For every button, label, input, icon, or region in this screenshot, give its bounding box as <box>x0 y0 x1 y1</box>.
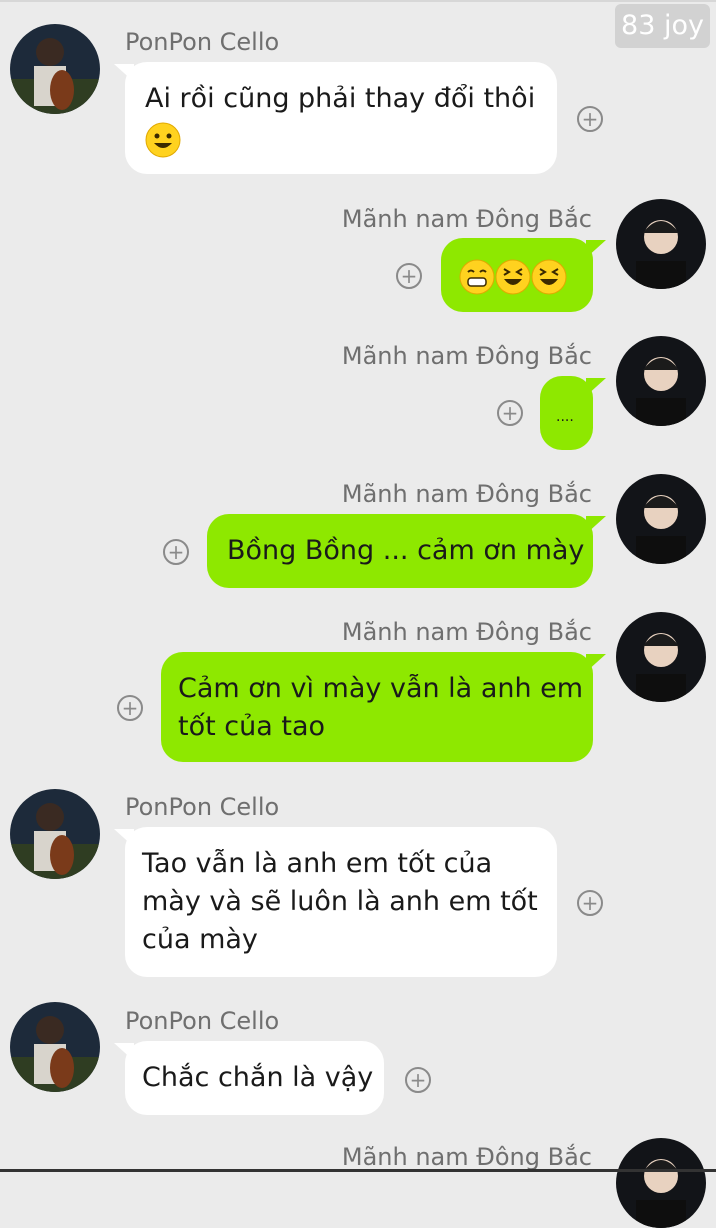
message-text: Ai rồi cũng phải thay đổi thôi <box>145 83 536 114</box>
plus-circle-icon[interactable]: + <box>405 1067 431 1093</box>
top-divider <box>0 0 716 2</box>
message-text: tốt của tao <box>178 711 326 742</box>
avatar-me[interactable] <box>616 1138 706 1228</box>
avatar-ponpon[interactable] <box>10 1002 100 1092</box>
message-bubble[interactable]: Cảm ơn vì mày vẫn là anh em tốt của tao <box>161 652 593 762</box>
message-text: mày và sẽ luôn là anh em tốt <box>142 886 538 917</box>
message-text: Bồng Bồng ... cảm ơn mày <box>227 535 585 566</box>
message-text: của mày <box>142 924 258 955</box>
avatar-ponpon[interactable] <box>10 24 100 114</box>
laughing-emoji <box>495 259 531 294</box>
sender-name: PonPon Cello <box>125 1007 280 1035</box>
avatar-me[interactable] <box>616 474 706 564</box>
message-bubble[interactable]: Ai rồi cũng phải thay đổi thôi <box>125 62 557 174</box>
sender-name: Mãnh nam Đông Bắc <box>341 205 592 233</box>
sender-name: Mãnh nam Đông Bắc <box>341 1143 592 1171</box>
message-text: Cảm ơn vì mày vẫn là anh em <box>178 673 584 704</box>
message-text: Chắc chắn là vậy <box>142 1062 374 1093</box>
smiley-emoji <box>145 120 537 158</box>
message-text: Tao vẫn là anh em tốt của <box>142 848 493 879</box>
message-bubble[interactable]: Tao vẫn là anh em tốt của mày và sẽ luôn… <box>125 827 557 977</box>
avatar-me[interactable] <box>616 199 706 289</box>
sender-name: Mãnh nam Đông Bắc <box>341 480 592 508</box>
avatar-me[interactable] <box>616 612 706 702</box>
sender-name: Mãnh nam Đông Bắc <box>341 618 592 646</box>
message-bubble[interactable]: Bồng Bồng ... cảm ơn mày <box>207 514 593 588</box>
message-bubble[interactable]: Chắc chắn là vậy <box>125 1041 384 1115</box>
laughing-emoji <box>531 259 567 294</box>
plus-circle-icon[interactable]: + <box>577 106 603 132</box>
sender-name: PonPon Cello <box>125 793 280 821</box>
plus-circle-icon[interactable]: + <box>396 263 422 289</box>
message-bubble[interactable]: .... <box>540 376 593 450</box>
grin-emoji <box>459 259 495 294</box>
watermark: 83 joy <box>615 4 710 48</box>
sender-name: PonPon Cello <box>125 28 280 56</box>
plus-circle-icon[interactable]: + <box>497 400 523 426</box>
message-bubble[interactable] <box>441 238 593 312</box>
avatar-ponpon[interactable] <box>10 789 100 879</box>
plus-circle-icon[interactable]: + <box>577 890 603 916</box>
plus-circle-icon[interactable]: + <box>163 539 189 565</box>
message-text: .... <box>556 409 574 425</box>
sender-name: Mãnh nam Đông Bắc <box>341 342 592 370</box>
avatar-me[interactable] <box>616 336 706 426</box>
plus-circle-icon[interactable]: + <box>117 695 143 721</box>
